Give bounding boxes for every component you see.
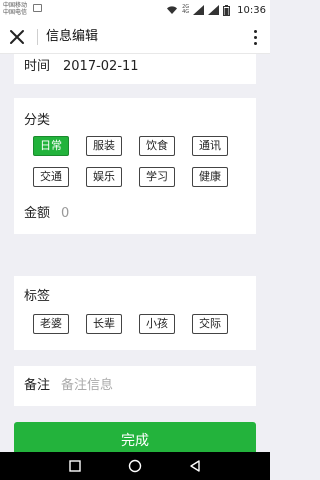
more-menu-icon[interactable] (248, 28, 262, 46)
signal-icon (193, 5, 205, 15)
nav-divider (37, 29, 38, 45)
network-type-2: 4G (182, 9, 190, 15)
category-option-transport[interactable]: 交通 (33, 167, 69, 187)
home-button[interactable] (128, 459, 142, 473)
carrier-1: 中国移动 (3, 2, 28, 9)
tag-option-kids[interactable]: 小孩 (139, 314, 175, 334)
category-label: 分类 (24, 113, 51, 128)
tags-label: 标签 (24, 289, 51, 304)
recent-apps-button[interactable] (68, 460, 81, 472)
wifi-icon (167, 6, 178, 14)
carrier-2: 中国电信 (3, 9, 28, 16)
amount-label: 金额 (24, 206, 51, 221)
tag-options: 老婆 长辈 小孩 交际 (33, 314, 228, 334)
tag-option-elders[interactable]: 长辈 (86, 314, 122, 334)
network-labels: 2G 4G (182, 5, 189, 15)
tags-section: 标签 老婆 长辈 小孩 交际 (14, 276, 256, 350)
time-row[interactable]: 时间 2017-02-11 (14, 54, 256, 84)
category-option-health[interactable]: 健康 (192, 167, 228, 187)
category-option-study[interactable]: 学习 (139, 167, 175, 187)
category-option-daily[interactable]: 日常 (33, 136, 69, 156)
category-option-clothing[interactable]: 服装 (86, 136, 122, 156)
category-options: 日常 服装 饮食 通讯 交通 娱乐 学习 健康 (33, 136, 243, 187)
time-label: 时间 (24, 59, 51, 74)
category-option-communication[interactable]: 通讯 (192, 136, 228, 156)
category-option-entertainment[interactable]: 娱乐 (86, 167, 122, 187)
status-bar: 中国移动 中国电信 2G 4G 10:36 (0, 0, 270, 20)
category-option-food[interactable]: 饮食 (139, 136, 175, 156)
page-title: 信息编辑 (46, 29, 99, 44)
tag-option-wife[interactable]: 老婆 (33, 314, 69, 334)
battery-icon (223, 4, 231, 16)
note-label: 备注 (24, 378, 51, 393)
note-row: 备注 备注信息 (14, 366, 256, 406)
note-input[interactable]: 备注信息 (61, 377, 113, 395)
amount-input[interactable]: 0 (61, 205, 69, 223)
tag-option-social[interactable]: 交际 (192, 314, 228, 334)
back-triangle-icon (190, 460, 201, 472)
clock: 10:36 (237, 4, 266, 16)
system-nav-bar (0, 452, 270, 480)
status-icons: 2G 4G 10:36 (166, 3, 266, 17)
circle-icon (128, 459, 142, 473)
carrier-info: 中国移动 中国电信 (3, 2, 27, 16)
back-button[interactable] (189, 460, 201, 472)
signal-icon-2 (208, 5, 220, 15)
nav-bar: 信息编辑 (0, 20, 270, 54)
amount-row: 金额 0 (14, 193, 256, 234)
notification-icon (33, 4, 42, 12)
close-icon[interactable] (9, 29, 25, 45)
square-icon (68, 460, 81, 472)
category-section: 分类 日常 服装 饮食 通讯 交通 娱乐 学习 健康 (14, 98, 256, 206)
time-value[interactable]: 2017-02-11 (63, 58, 139, 76)
